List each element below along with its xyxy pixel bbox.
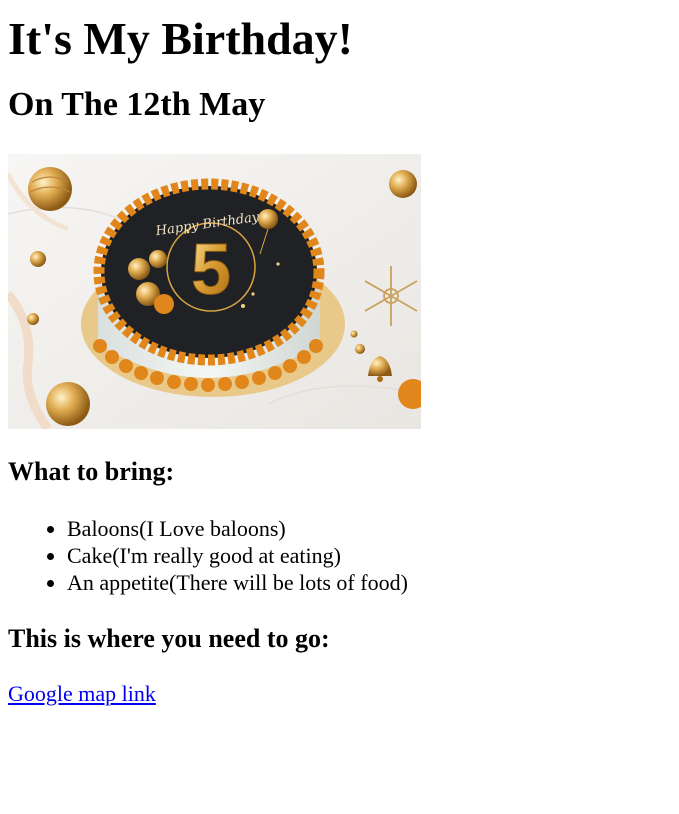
date-heading: On The 12th May xyxy=(8,86,266,123)
page-content: It's My Birthday! On The 12th May Happy … xyxy=(0,13,679,707)
where-heading: This is where you need to go: xyxy=(8,624,330,653)
page-title: It's My Birthday! xyxy=(8,13,353,64)
list-item: Cake(I'm really good at eating) xyxy=(67,542,671,569)
google-map-link[interactable]: Google map link xyxy=(8,681,156,707)
list-item: Baloons(I Love baloons) xyxy=(67,515,671,542)
list-item: An appetite(There will be lots of food) xyxy=(67,569,671,596)
cake-number: 5 xyxy=(191,230,231,310)
bring-heading: What to bring: xyxy=(8,457,175,486)
birthday-cake-image: Happy Birthday 5 xyxy=(8,154,421,429)
bring-list: Baloons(I Love baloons) Cake(I'm really … xyxy=(8,515,671,596)
